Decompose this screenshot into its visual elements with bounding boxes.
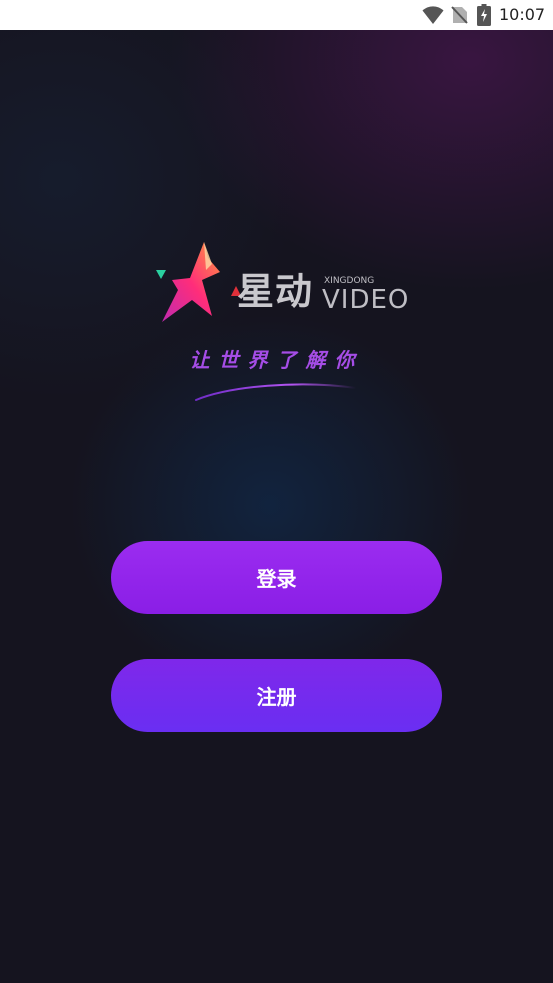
login-screen: 10:07 星动 XINGDONG VIDEO 让世界了解你 登录 注册 <box>0 0 553 983</box>
battery-charging-icon <box>477 4 491 26</box>
login-button[interactable]: 登录 <box>111 541 442 614</box>
slogan-text: 让世界了解你 <box>189 348 364 372</box>
no-sim-icon <box>451 6 468 24</box>
status-bar: 10:07 <box>0 0 553 30</box>
wifi-icon <box>422 6 444 24</box>
brand-name-en: VIDEO <box>322 285 410 315</box>
brand-name-cn: 星动 <box>237 270 313 313</box>
register-button[interactable]: 注册 <box>111 659 442 732</box>
star-logo-icon <box>156 242 241 322</box>
status-time: 10:07 <box>499 5 546 24</box>
slogan-underline <box>195 383 357 401</box>
